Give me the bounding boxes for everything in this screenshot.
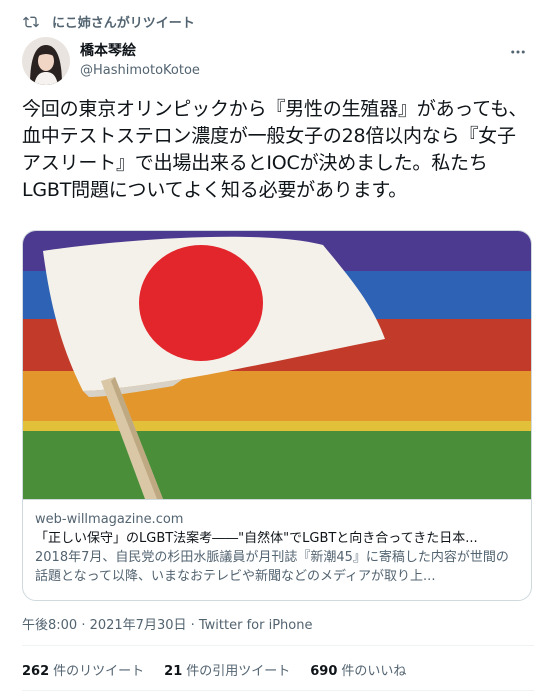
quotes-count: 21 [164,664,183,679]
divider [22,645,534,646]
avatar[interactable] [22,37,70,85]
card-image [23,231,531,499]
retweet-label: にこ姉さんがリツイート [52,16,195,31]
likes-count: 690 [310,664,338,679]
link-card[interactable]: web-willmagazine.com 「正しい保守」のLGBT法案考――"自… [22,230,532,601]
card-description: 2018年7月、自民党の杉田水脈議員が月刊誌『新潮45』に寄稿した内容が世間の話… [35,550,509,584]
retweets-stat[interactable]: 262 件のリツイート [22,660,144,679]
user-handle[interactable]: @HashimotoKotoe [80,61,200,80]
tweet-text: 今回の東京オリンピックから『男性の生殖器』があっても、血中テストステロン濃度が一… [22,98,528,201]
engagement-stats: 262 件のリツイート 21 件の引用ツイート 690 件のいいね [22,660,426,679]
retweets-count: 262 [22,664,50,679]
tweet-timestamp[interactable]: 午後8:00 · 2021年7月30日 · Twitter for iPhone [22,614,312,633]
quotes-stat[interactable]: 21 件の引用ツイート [164,660,290,679]
display-name[interactable]: 橋本琴絵 [80,42,200,61]
more-icon[interactable] [508,42,528,62]
tweet-header: 橋本琴絵 @HashimotoKotoe [22,36,534,86]
retweet-context[interactable]: にこ姉さんがリツイート [22,12,195,31]
likes-label: 件のいいね [341,664,407,679]
divider [22,690,534,691]
retweet-icon [23,16,39,27]
card-body: web-willmagazine.com 「正しい保守」のLGBT法案考――"自… [23,499,531,586]
retweets-label: 件のリツイート [53,664,145,679]
quotes-label: 件の引用ツイート [186,664,291,679]
card-title: 「正しい保守」のLGBT法案考――"自然体"でLGBTと向き合ってきた日本... [35,531,478,546]
likes-stat[interactable]: 690 件のいいね [310,660,406,679]
card-domain: web-willmagazine.com [35,512,184,527]
